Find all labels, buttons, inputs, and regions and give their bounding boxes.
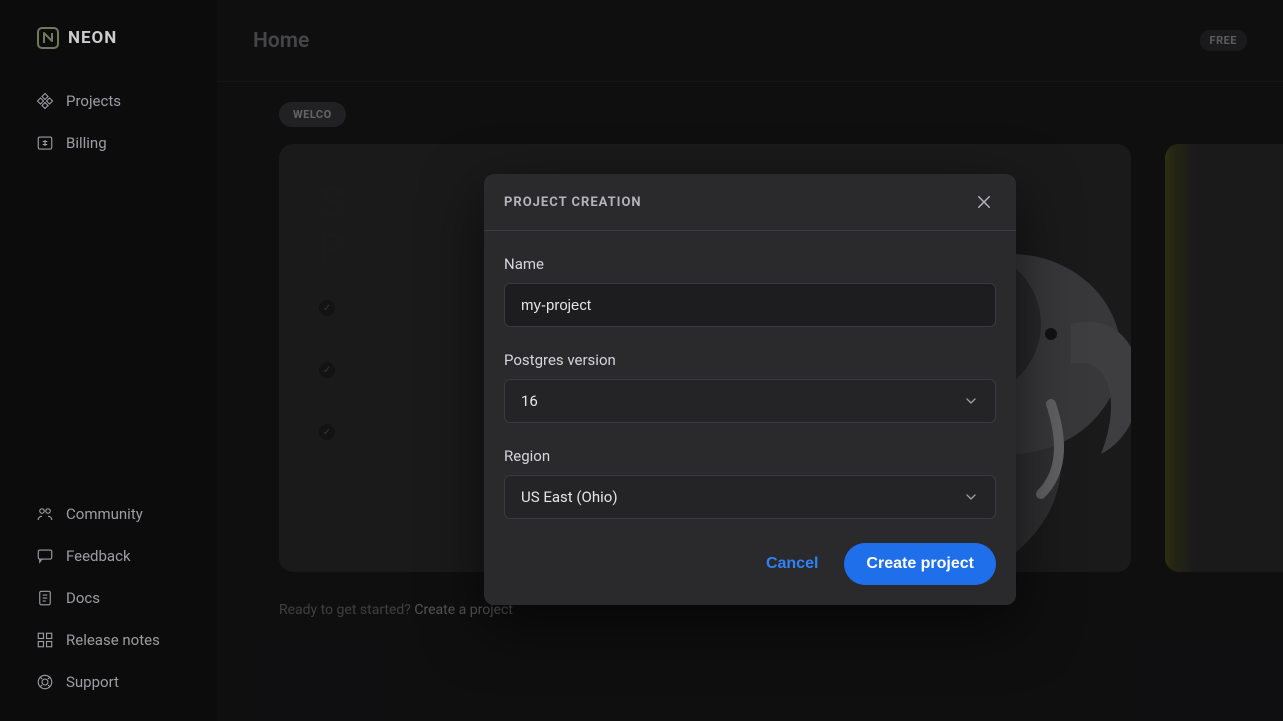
sidebar-item-label: Docs [66,589,100,607]
docs-icon [36,589,54,607]
field-region: Region US East (Ohio) [504,447,996,519]
create-project-button[interactable]: Create project [844,543,996,585]
feedback-icon [36,547,54,565]
sidebar-item-label: Projects [66,92,121,110]
field-name: Name [504,255,996,327]
nav-secondary: Community Feedback Docs Release notes [0,495,217,721]
postgres-version-label: Postgres version [504,351,996,369]
close-button[interactable] [972,190,996,214]
postgres-version-select[interactable]: 16 [504,379,996,423]
brand-logo[interactable]: NEON [0,26,217,50]
sidebar-item-docs[interactable]: Docs [36,579,217,617]
sidebar-item-label: Billing [66,134,107,152]
main: Home FREE WELCO S P ✓ ✓ ✓ [217,0,1283,721]
sidebar-item-release-notes[interactable]: Release notes [36,621,217,659]
modal-title: PROJECT CREATION [504,195,642,210]
modal-body: Name Postgres version 16 Region [484,231,1016,605]
close-icon [975,193,993,211]
field-postgres-version: Postgres version 16 [504,351,996,423]
chevron-down-icon [963,489,979,505]
sidebar: NEON Projects Billing Community [0,0,217,721]
modal-actions: Cancel Create project [504,543,996,585]
neon-logo-icon [36,26,60,50]
sidebar-item-label: Support [66,673,119,691]
postgres-version-value: 16 [521,392,538,410]
name-input[interactable] [504,283,996,327]
name-label: Name [504,255,996,273]
sidebar-item-label: Feedback [66,547,131,565]
sidebar-item-projects[interactable]: Projects [36,82,217,120]
chevron-down-icon [963,393,979,409]
sidebar-item-support[interactable]: Support [36,663,217,701]
community-icon [36,505,54,523]
sidebar-item-billing[interactable]: Billing [36,124,217,162]
modal-header: PROJECT CREATION [484,174,1016,231]
projects-icon [36,92,54,110]
brand-name: NEON [68,28,117,48]
sidebar-item-label: Community [66,505,143,523]
cancel-button[interactable]: Cancel [760,545,824,583]
billing-icon [36,134,54,152]
nav-primary: Projects Billing [0,82,217,162]
region-value: US East (Ohio) [521,488,618,506]
release-notes-icon [36,631,54,649]
sidebar-item-feedback[interactable]: Feedback [36,537,217,575]
sidebar-item-label: Release notes [66,631,160,649]
region-label: Region [504,447,996,465]
project-creation-modal: PROJECT CREATION Name Postgres version [484,174,1016,605]
sidebar-item-community[interactable]: Community [36,495,217,533]
region-select[interactable]: US East (Ohio) [504,475,996,519]
modal-overlay[interactable]: PROJECT CREATION Name Postgres version [217,0,1283,721]
support-icon [36,673,54,691]
